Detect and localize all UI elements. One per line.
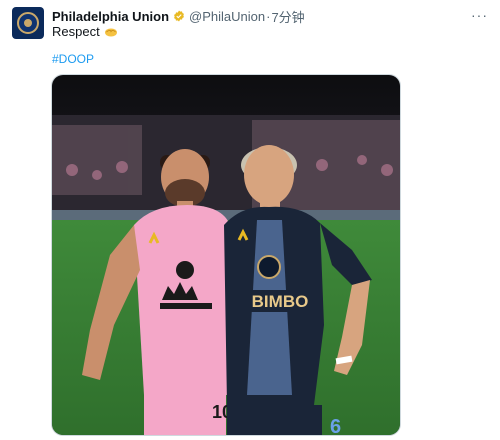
hashtag-link[interactable]: #DOOP — [52, 52, 94, 66]
author-name[interactable]: Philadelphia Union — [52, 9, 169, 24]
author-avatar[interactable] — [12, 7, 44, 39]
more-options-icon[interactable]: ··· — [471, 7, 488, 23]
tweet-text-content: Respect — [52, 24, 100, 39]
author-handle[interactable]: @PhilaUnion — [189, 9, 265, 24]
union-crest-icon — [17, 12, 39, 34]
right-number-text: 6 — [330, 416, 341, 436]
separator-dot: · — [266, 8, 271, 24]
tweet-media-photo[interactable]: 10 BIMBO 6 — [51, 74, 401, 436]
tweet-text: Respect — [52, 24, 118, 39]
photo-image: 10 BIMBO 6 — [52, 75, 400, 436]
verified-badge-icon — [174, 10, 184, 22]
tweet-timestamp[interactable]: 7分钟 — [271, 7, 304, 26]
sponsor-bimbo-text: BIMBO — [252, 292, 309, 311]
tweet-header: Philadelphia Union @PhilaUnion · 7分钟 ··· — [52, 7, 488, 25]
handshake-emoji-icon — [104, 28, 117, 36]
